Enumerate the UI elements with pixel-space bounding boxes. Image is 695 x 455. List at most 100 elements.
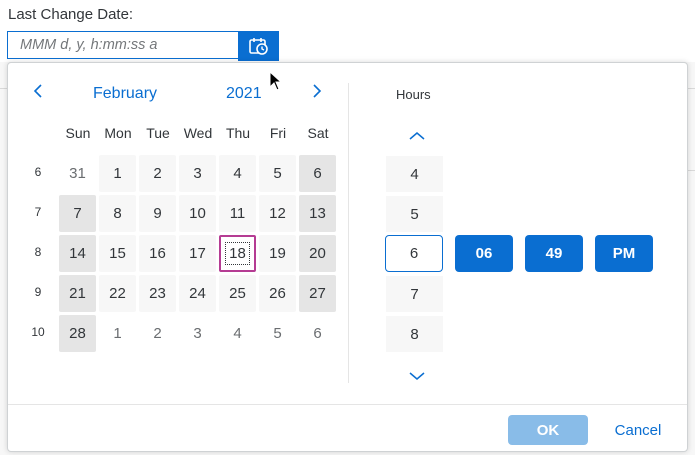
calendar-day-label: 21 [69, 285, 86, 302]
calendar-day-label: 16 [149, 245, 166, 262]
calendar-day-label: 1 [113, 165, 122, 182]
hour-item-selected[interactable]: 6 [385, 235, 443, 272]
chevron-down-icon [409, 372, 425, 380]
chevron-right-icon [313, 84, 322, 98]
period-button[interactable]: PM [595, 235, 653, 272]
calendar-day[interactable]: 17 [179, 235, 216, 272]
weekday-label: Sat [307, 125, 329, 141]
calendar-day[interactable]: 15 [99, 235, 136, 272]
seconds-button[interactable]: 49 [525, 235, 583, 272]
calendar-day[interactable]: 20 [299, 235, 336, 272]
calendar-day[interactable]: 28 [59, 315, 96, 352]
calendar-day[interactable]: 11 [219, 195, 256, 232]
calendar-day[interactable]: 27 [299, 275, 336, 312]
calendar-day[interactable]: 2 [139, 155, 176, 192]
datetime-picker [7, 31, 279, 61]
calendar-day[interactable]: 12 [259, 195, 296, 232]
hour-item[interactable]: 7 [386, 276, 443, 312]
calendar-day[interactable]: 6 [299, 315, 336, 352]
calendar-day[interactable]: 31 [59, 155, 96, 192]
calendar-header: February 2021 [8, 63, 348, 121]
month-button[interactable]: February [93, 85, 157, 103]
calendar-day[interactable]: 6 [299, 155, 336, 192]
week-number: 9 [34, 285, 42, 299]
calendar-day-label: 13 [309, 205, 326, 222]
calendar-day[interactable]: 21 [59, 275, 96, 312]
calendar-day-label: 24 [189, 285, 206, 302]
calendar-day-label: 27 [309, 285, 326, 302]
calendar-time-divider [348, 83, 349, 383]
footer-divider [8, 404, 687, 405]
calendar-day[interactable]: 23 [139, 275, 176, 312]
calendar-day-label: 1 [113, 325, 122, 342]
week-number: 7 [34, 205, 42, 219]
calendar-day[interactable]: 22 [99, 275, 136, 312]
calendar-day[interactable]: 1 [99, 155, 136, 192]
datetime-popover: February 2021 Sun Mon Tue Wed Thu Fri Sat 6 31 1… [7, 62, 688, 452]
minutes-button[interactable]: 06 [455, 235, 513, 272]
mouse-cursor-icon [269, 71, 283, 91]
calendar-day-label: 18 [225, 242, 250, 265]
hour-item[interactable]: 5 [386, 196, 443, 232]
hours-scroll-up-button[interactable] [392, 121, 442, 151]
calendar-day-label: 8 [113, 205, 122, 222]
calendar-day-label: 6 [313, 165, 322, 182]
week-number: 10 [31, 325, 45, 339]
calendar-day-label: 14 [69, 245, 86, 262]
ok-button[interactable]: OK [508, 415, 588, 445]
calendar-day-label: 4 [233, 165, 242, 182]
hour-item[interactable]: 4 [386, 156, 443, 192]
calendar-day[interactable]: 24 [179, 275, 216, 312]
weekday-label: Sun [65, 125, 91, 141]
calendar-day-label: 4 [233, 325, 242, 342]
calendar-day-label: 3 [193, 325, 202, 342]
calendar-day-label: 20 [309, 245, 326, 262]
calendar-day[interactable]: 4 [219, 315, 256, 352]
calendar-day-label: 19 [269, 245, 286, 262]
calendar-day[interactable]: 9 [139, 195, 176, 232]
calendar-day-label: 2 [153, 165, 162, 182]
calendar-day[interactable]: 3 [179, 155, 216, 192]
weekday-label: Mon [104, 125, 132, 141]
calendar-day[interactable]: 25 [219, 275, 256, 312]
calendar-day-label: 9 [153, 205, 162, 222]
calendar-day-label: 11 [229, 205, 246, 222]
datetime-input[interactable] [7, 31, 238, 59]
calendar-day[interactable]: 13 [299, 195, 336, 232]
calendar-day-today[interactable]: 18 [219, 235, 256, 272]
calendar-day[interactable]: 16 [139, 235, 176, 272]
calendar-day[interactable]: 1 [99, 315, 136, 352]
calendar-day[interactable]: 10 [179, 195, 216, 232]
calendar-day-label: 17 [189, 245, 206, 262]
year-button[interactable]: 2021 [226, 85, 262, 103]
calendar-day[interactable]: 5 [259, 315, 296, 352]
calendar-button[interactable] [238, 31, 279, 61]
cancel-button[interactable]: Cancel [603, 415, 673, 445]
calendar-day-label: 3 [193, 165, 202, 182]
calendar-day[interactable]: 5 [259, 155, 296, 192]
calendar-day[interactable]: 3 [179, 315, 216, 352]
calendar-day-label: 22 [109, 285, 126, 302]
calendar-day[interactable]: 19 [259, 235, 296, 272]
calendar-day-label: 12 [269, 205, 286, 222]
calendar-day-label: 10 [189, 205, 206, 222]
week-number: 6 [34, 165, 42, 179]
calendar-day[interactable]: 2 [139, 315, 176, 352]
calendar-day[interactable]: 7 [59, 195, 96, 232]
calendar-day-label: 5 [273, 325, 282, 342]
calendar-day-label: 23 [149, 285, 166, 302]
calendar-day[interactable]: 14 [59, 235, 96, 272]
weekday-label: Fri [269, 125, 287, 141]
hour-item[interactable]: 8 [386, 316, 443, 352]
calendar-day[interactable]: 26 [259, 275, 296, 312]
calendar-day-label: 7 [73, 205, 82, 222]
calendar-day-label: 25 [229, 285, 246, 302]
weekday-label: Wed [183, 125, 213, 141]
previous-month-button[interactable] [24, 77, 52, 105]
chevron-left-icon [33, 84, 42, 98]
hours-scroll-down-button[interactable] [392, 361, 442, 391]
calendar-day[interactable]: 8 [99, 195, 136, 232]
calendar-day-label: 2 [153, 325, 162, 342]
calendar-day[interactable]: 4 [219, 155, 256, 192]
next-month-button[interactable] [303, 77, 331, 105]
